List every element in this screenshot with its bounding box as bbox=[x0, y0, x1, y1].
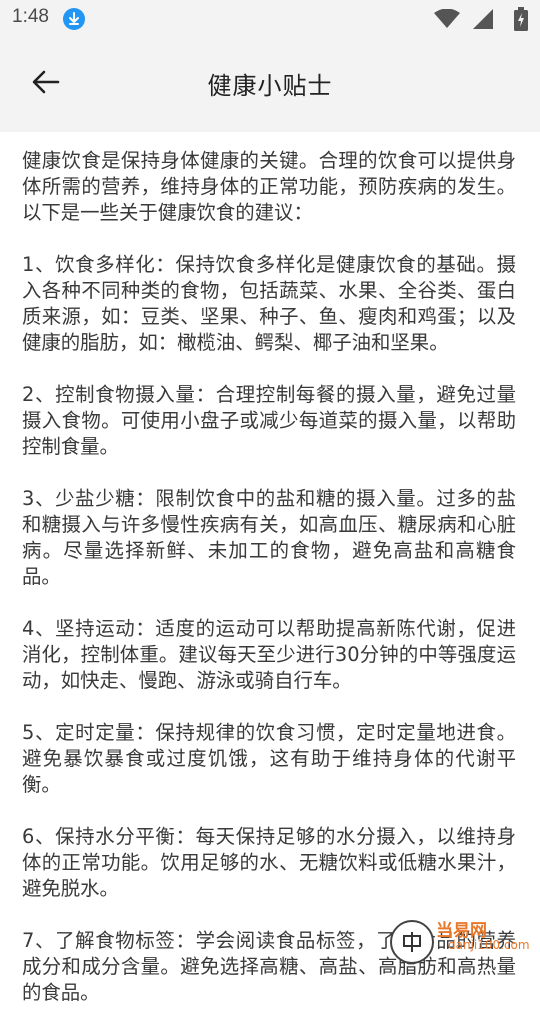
download-icon bbox=[63, 8, 85, 30]
signal-icon bbox=[472, 9, 494, 33]
battery-icon bbox=[514, 7, 528, 35]
article-intro: 健康饮食是保持身体健康的关键。合理的饮食可以提供身体所需的营养，维持身体的正常功… bbox=[22, 149, 516, 224]
article-paragraph: 2、控制食物摄入量：合理控制每餐的摄入量，避免过量摄入食物。可使用小盘子或减少每… bbox=[22, 383, 516, 458]
article-paragraph: 3、少盐少糖：限制饮食中的盐和糖的摄入量。过多的盐和糖摄入与许多慢性疾病有关，如… bbox=[22, 487, 516, 588]
watermark-logo-icon bbox=[390, 920, 434, 964]
wifi-icon bbox=[434, 8, 460, 33]
page-title: 健康小贴士 bbox=[207, 72, 333, 100]
watermark: 当易网 danji100.com bbox=[390, 916, 540, 964]
status-time: 1:48 bbox=[12, 6, 49, 27]
status-bar: 1:48 bbox=[0, 0, 540, 36]
article-paragraph: 4、坚持运动：适度的运动可以帮助提高新陈代谢，促进消化，控制体重。建议每天至少进… bbox=[22, 617, 516, 692]
article-body: 健康饮食是保持身体健康的关键。合理的饮食可以提供身体所需的营养，维持身体的正常功… bbox=[22, 148, 516, 1032]
watermark-url: danji100.com bbox=[448, 938, 530, 952]
article-paragraph: 5、定时定量：保持规律的饮食习惯，定时定量地进食。避免暴饮暴食或过度饥饿，这有助… bbox=[22, 721, 516, 796]
app-bar: 健康小贴士 bbox=[0, 36, 540, 132]
article-paragraph: 6、保持水分平衡：每天保持足够的水分摄入，以维持身体的正常功能。饮用足够的水、无… bbox=[22, 825, 516, 900]
article-paragraph: 1、饮食多样化：保持饮食多样化是健康饮食的基础。摄入各种不同种类的食物，包括蔬菜… bbox=[22, 253, 516, 354]
